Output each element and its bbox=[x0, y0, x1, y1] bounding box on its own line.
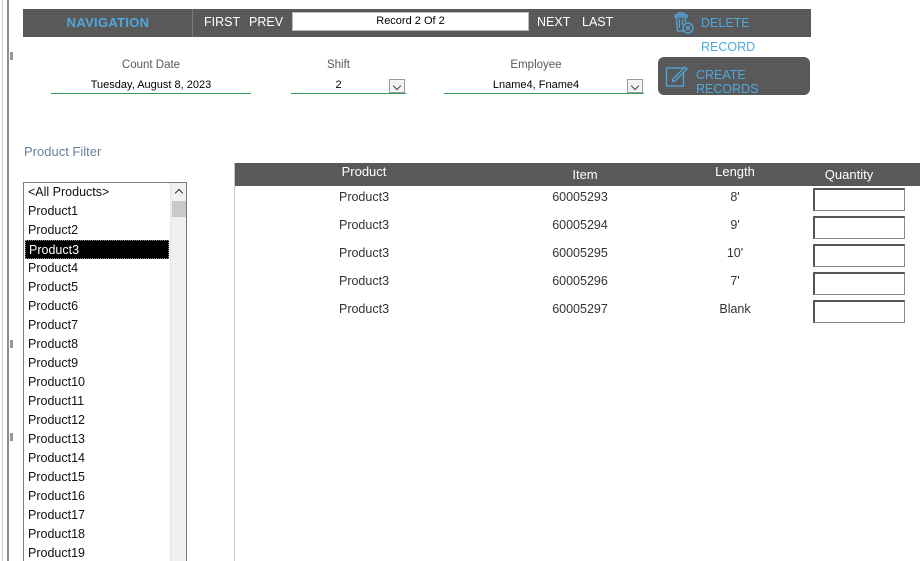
list-item[interactable]: Product9 bbox=[25, 354, 169, 373]
next-button[interactable]: NEXT bbox=[537, 9, 570, 37]
column-header-quantity: Quantity bbox=[824, 167, 874, 182]
navigation-title: NAVIGATION bbox=[66, 15, 150, 30]
nav-divider bbox=[192, 9, 193, 37]
list-item[interactable]: Product2 bbox=[25, 221, 169, 240]
create-records-button[interactable]: CREATE RECORDS bbox=[658, 57, 810, 96]
list-item[interactable]: Product1 bbox=[25, 202, 169, 221]
quantity-input[interactable] bbox=[813, 216, 905, 239]
count-date-field[interactable]: Tuesday, August 8, 2023 bbox=[51, 78, 251, 94]
list-item[interactable]: Product12 bbox=[25, 411, 169, 430]
cell-item: 60005293 bbox=[552, 190, 608, 204]
column-header-product: Product bbox=[341, 164, 387, 179]
edge-tick bbox=[10, 340, 13, 348]
column-header-item: Item bbox=[572, 167, 598, 182]
cell-product: Product3 bbox=[338, 274, 390, 288]
navigation-bar: NAVIGATION FIRST PREV Record 2 Of 2 NEXT… bbox=[23, 9, 811, 54]
trash-icon bbox=[674, 12, 694, 34]
delete-record-label: DELETE RECORD bbox=[701, 16, 756, 54]
column-header-length: Length bbox=[715, 164, 755, 179]
cell-length: Blank bbox=[719, 302, 751, 316]
prev-button[interactable]: PREV bbox=[249, 9, 283, 37]
cell-length: 10' bbox=[726, 246, 744, 260]
edge-tick bbox=[10, 52, 13, 60]
list-item[interactable]: Product4 bbox=[25, 259, 169, 278]
window-edge bbox=[7, 0, 9, 561]
list-item[interactable]: Product11 bbox=[25, 392, 169, 411]
table-header: Product Item Length Quantity bbox=[235, 163, 920, 186]
edge-tick bbox=[10, 433, 13, 441]
product-filter-list[interactable]: <All Products> Product1 Product2 Product3 Pr… bbox=[23, 182, 187, 561]
list-item[interactable]: Product14 bbox=[25, 449, 169, 468]
quantity-input[interactable] bbox=[813, 188, 905, 211]
employee-dropdown-icon[interactable] bbox=[627, 79, 643, 93]
list-item[interactable]: Product8 bbox=[25, 335, 169, 354]
cell-item: 60005297 bbox=[552, 302, 608, 316]
cell-product: Product3 bbox=[338, 190, 390, 204]
shift-dropdown-icon[interactable] bbox=[389, 79, 405, 93]
scroll-up-icon[interactable] bbox=[171, 183, 186, 200]
list-item[interactable]: Product5 bbox=[25, 278, 169, 297]
cell-item: 60005295 bbox=[552, 246, 608, 260]
list-scrollbar[interactable] bbox=[170, 183, 186, 561]
scroll-thumb[interactable] bbox=[172, 201, 186, 217]
product-table: Product Item Length Quantity Product3 600… bbox=[234, 163, 920, 561]
window-edge bbox=[2, 0, 3, 561]
quantity-input[interactable] bbox=[813, 300, 905, 323]
list-item[interactable]: Product13 bbox=[25, 430, 169, 449]
last-button[interactable]: LAST bbox=[582, 9, 613, 37]
first-button[interactable]: FIRST bbox=[204, 9, 240, 37]
list-item[interactable]: Product3 bbox=[25, 240, 169, 259]
list-item[interactable]: Product10 bbox=[25, 373, 169, 392]
list-item[interactable]: Product16 bbox=[25, 487, 169, 506]
list-item[interactable]: Product15 bbox=[25, 468, 169, 487]
shift-label: Shift bbox=[326, 59, 350, 71]
cell-item: 60005294 bbox=[552, 218, 608, 232]
product-filter-title: Product Filter bbox=[24, 144, 102, 159]
cell-product: Product3 bbox=[338, 302, 390, 316]
list-item[interactable]: Product18 bbox=[25, 525, 169, 544]
quantity-input[interactable] bbox=[813, 272, 905, 295]
create-records-label: CREATE RECORDS bbox=[696, 68, 759, 96]
cell-product: Product3 bbox=[338, 218, 390, 232]
list-item[interactable]: Product6 bbox=[25, 297, 169, 316]
cell-item: 60005296 bbox=[552, 274, 608, 288]
list-item[interactable]: Product19 bbox=[25, 544, 169, 561]
employee-label: Employee bbox=[510, 59, 562, 71]
count-date-label: Count Date bbox=[121, 59, 181, 71]
edit-icon bbox=[665, 66, 688, 87]
cell-length: 9' bbox=[730, 218, 740, 232]
record-indicator: Record 2 Of 2 bbox=[292, 12, 529, 31]
cell-length: 7' bbox=[730, 274, 740, 288]
list-item[interactable]: <All Products> bbox=[25, 183, 169, 202]
delete-record-button[interactable]: DELETE RECORD bbox=[672, 11, 806, 54]
cell-product: Product3 bbox=[338, 246, 390, 260]
list-item[interactable]: Product7 bbox=[25, 316, 169, 335]
quantity-input[interactable] bbox=[813, 244, 905, 267]
cell-length: 8' bbox=[730, 190, 740, 204]
employee-field[interactable]: Lname4, Fname4 bbox=[444, 78, 644, 94]
list-item[interactable]: Product17 bbox=[25, 506, 169, 525]
